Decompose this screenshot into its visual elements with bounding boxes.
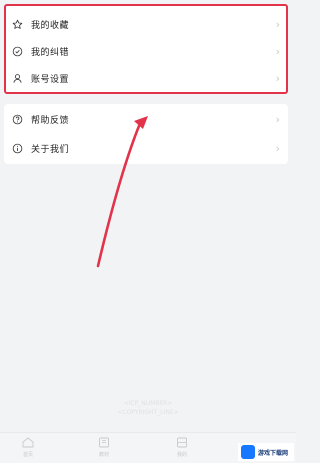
chevron-right-icon: › xyxy=(275,112,280,126)
watermark-logo-icon xyxy=(241,445,255,459)
menu-item-favorites[interactable]: 我的收藏 › xyxy=(4,9,288,39)
menu-card-account: 我的收藏 › 我的纠错 › 账号设置 › xyxy=(4,4,288,94)
home-icon xyxy=(22,437,34,448)
menu-item-label: 关于我们 xyxy=(31,144,70,155)
tab-home[interactable]: 首页 xyxy=(8,437,48,458)
tab-label: 我的 xyxy=(176,452,187,458)
chevron-right-icon: › xyxy=(275,44,280,58)
menu-item-help-feedback[interactable]: 帮助反馈 › xyxy=(4,104,288,134)
help-icon xyxy=(11,113,23,125)
site-watermark: 游戏下载网 xyxy=(238,443,294,461)
profile-card-icon xyxy=(176,437,188,448)
tab-textbook[interactable]: 教材 xyxy=(84,437,124,458)
menu-item-account-settings[interactable]: 账号设置 › xyxy=(4,63,288,93)
watermark-text: 游戏下载网 xyxy=(258,449,289,457)
tab-label: 首页 xyxy=(22,452,33,458)
menu-item-corrections[interactable]: 我的纠错 › xyxy=(4,36,288,66)
menu-item-about-us[interactable]: 关于我们 › xyxy=(4,133,288,163)
chevron-right-icon: › xyxy=(275,17,280,31)
menu-item-label: 帮助反馈 xyxy=(31,115,70,126)
info-icon xyxy=(11,142,23,154)
chevron-right-icon: › xyxy=(275,71,280,85)
book-icon xyxy=(98,437,110,448)
chevron-right-icon: › xyxy=(275,141,280,155)
menu-item-label: 我的纠错 xyxy=(31,47,70,58)
tab-mine[interactable]: 我的 xyxy=(162,437,202,458)
bottom-tab-bar: 首页 教材 我的 游戏下载网 xyxy=(0,432,296,463)
correction-circle-icon xyxy=(11,45,23,57)
menu-item-label: 账号设置 xyxy=(31,74,70,85)
tab-label: 教材 xyxy=(98,452,109,458)
menu-card-support: 帮助反馈 › 关于我们 › xyxy=(4,104,288,164)
menu-item-label: 我的收藏 xyxy=(31,20,70,31)
user-icon xyxy=(11,72,23,84)
copyright-text: <COPYRIGHT_LINE> xyxy=(117,409,179,416)
star-icon xyxy=(11,18,23,30)
icp-text: <ICP_NUMBER> xyxy=(123,400,173,407)
